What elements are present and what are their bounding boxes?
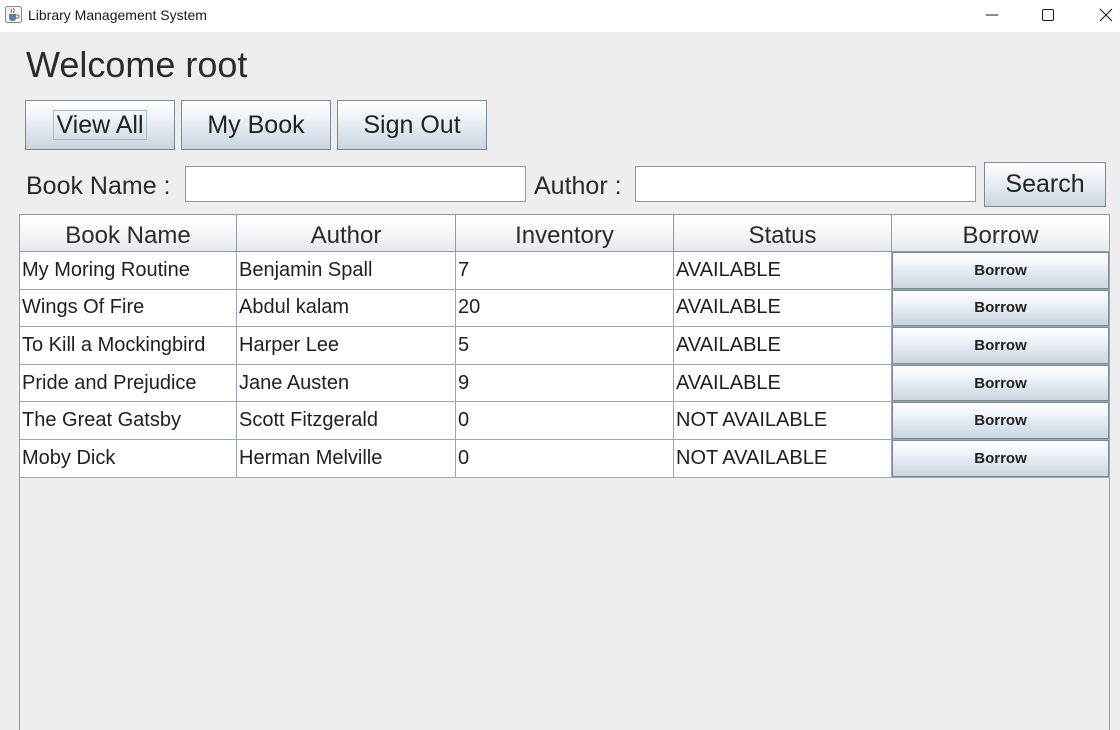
cell-borrow: Borrow [892,439,1110,478]
cell-borrow: Borrow [892,402,1110,440]
app-window: Library Management System Welcome root V… [0,0,1120,730]
table-row[interactable]: Pride and Prejudice Jane Austen 9 AVAILA… [20,364,1110,403]
table-row[interactable]: Moby Dick Herman Melville 0 NOT AVAILABL… [20,439,1110,478]
cell-status: AVAILABLE [674,364,892,403]
column-header-book-name[interactable]: Book Name [20,215,237,252]
cell-author: Benjamin Spall [237,252,456,290]
borrow-button[interactable]: Borrow [892,327,1109,364]
author-input[interactable] [635,166,976,202]
book-name-label: Book Name : [26,172,171,200]
cell-inventory: 20 [456,289,674,328]
column-header-borrow[interactable]: Borrow [892,215,1110,252]
author-label: Author : [534,172,622,200]
table-row[interactable]: To Kill a Mockingbird Harper Lee 5 AVAIL… [20,327,1110,365]
column-header-inventory[interactable]: Inventory [456,215,674,252]
my-book-button[interactable]: My Book [181,100,331,150]
minimize-button[interactable] [964,0,1020,30]
cell-book-name: To Kill a Mockingbird [20,327,237,365]
column-header-status[interactable]: Status [674,215,892,252]
cell-author: Abdul kalam [237,289,456,328]
cell-author: Harper Lee [237,327,456,365]
column-header-author[interactable]: Author [237,215,456,252]
table-row[interactable]: My Moring Routine Benjamin Spall 7 AVAIL… [20,252,1110,290]
close-icon [1099,8,1113,22]
view-all-label: View All [53,110,147,140]
cell-author: Herman Melville [237,439,456,478]
borrow-button[interactable]: Borrow [892,289,1109,327]
title-bar: Library Management System [0,0,1120,32]
cell-author: Jane Austen [237,364,456,403]
cell-author: Scott Fitzgerald [237,402,456,440]
cell-borrow: Borrow [892,252,1110,290]
cell-inventory: 0 [456,439,674,478]
cell-status: AVAILABLE [674,289,892,328]
borrow-button[interactable]: Borrow [892,402,1109,439]
table-row[interactable]: Wings Of Fire Abdul kalam 20 AVAILABLE B… [20,289,1110,328]
books-table: Book Name Author Inventory Status Borrow… [19,214,1110,730]
minimize-icon [986,14,998,16]
view-all-button[interactable]: View All [25,100,175,150]
borrow-button[interactable]: Borrow [892,439,1109,477]
cell-book-name: Wings Of Fire [20,289,237,328]
sign-out-button[interactable]: Sign Out [337,100,487,150]
cell-status: AVAILABLE [674,252,892,290]
cell-status: NOT AVAILABLE [674,439,892,478]
maximize-icon [1042,9,1054,21]
java-cup-icon [5,6,22,23]
search-button[interactable]: Search [984,162,1106,207]
welcome-heading: Welcome root [26,44,248,85]
cell-book-name: The Great Gatsby [20,402,237,440]
cell-status: AVAILABLE [674,327,892,365]
table-header: Book Name Author Inventory Status Borrow [20,215,1110,252]
close-button[interactable] [1078,0,1120,30]
cell-inventory: 9 [456,364,674,403]
cell-inventory: 0 [456,402,674,440]
book-name-input[interactable] [185,166,526,202]
cell-status: NOT AVAILABLE [674,402,892,440]
table-body: My Moring Routine Benjamin Spall 7 AVAIL… [20,252,1110,478]
borrow-button[interactable]: Borrow [892,364,1109,402]
cell-borrow: Borrow [892,364,1110,403]
cell-inventory: 7 [456,252,674,290]
window-title: Library Management System [28,7,207,23]
cell-book-name: Moby Dick [20,439,237,478]
cell-borrow: Borrow [892,289,1110,328]
borrow-button[interactable]: Borrow [892,252,1109,289]
cell-borrow: Borrow [892,327,1110,365]
maximize-button[interactable] [1020,0,1076,30]
cell-inventory: 5 [456,327,674,365]
cell-book-name: Pride and Prejudice [20,364,237,403]
cell-book-name: My Moring Routine [20,252,237,290]
table-row[interactable]: The Great Gatsby Scott Fitzgerald 0 NOT … [20,402,1110,440]
